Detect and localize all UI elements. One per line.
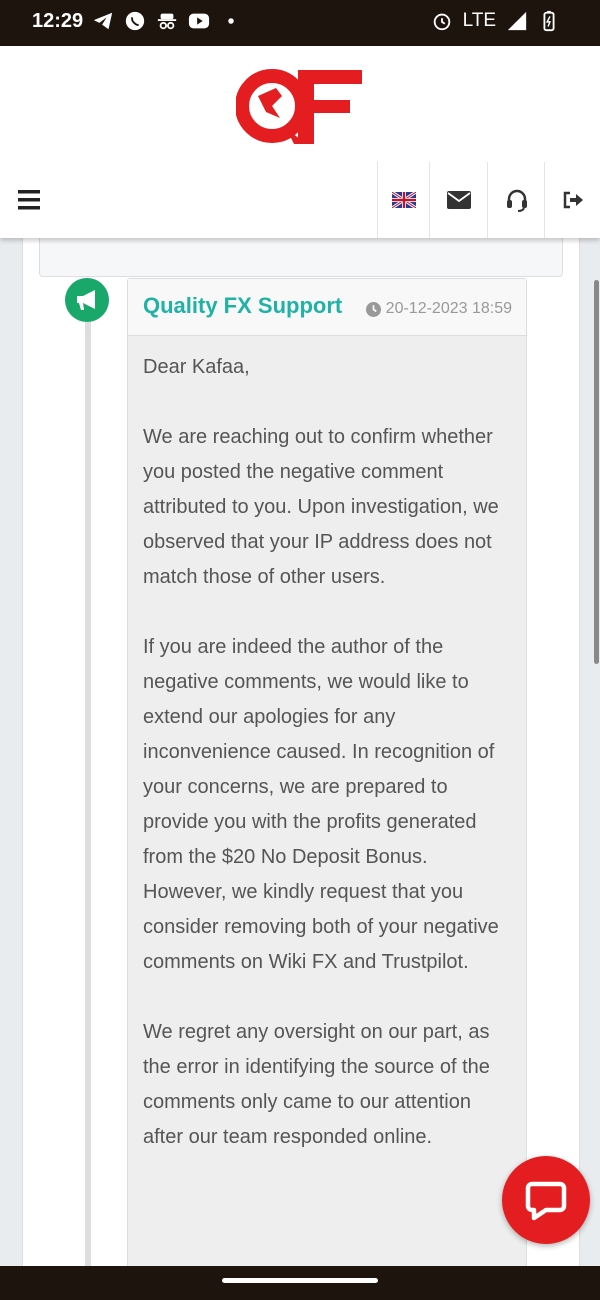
incognito-icon xyxy=(157,13,177,30)
battery-icon xyxy=(543,10,555,32)
system-nav-bar xyxy=(0,1266,600,1300)
status-bar: 12:29 LTE xyxy=(0,0,600,46)
support-message: Quality FX Support 20-12-2023 18:59 Dear… xyxy=(127,278,527,1290)
message-paragraph: If you are indeed the author of the nega… xyxy=(143,636,499,973)
alarm-icon xyxy=(433,13,450,31)
telegram-icon xyxy=(93,12,113,30)
chat-icon xyxy=(525,1181,567,1221)
live-chat-button[interactable] xyxy=(502,1156,590,1244)
megaphone-icon xyxy=(77,290,95,310)
whatsapp-icon xyxy=(125,11,145,31)
home-gesture-pill[interactable] xyxy=(222,1278,378,1283)
message-author: Quality FX Support xyxy=(143,293,343,318)
message-header: Quality FX Support 20-12-2023 18:59 xyxy=(128,279,526,336)
language-button[interactable] xyxy=(377,162,430,238)
notification-icons xyxy=(92,10,242,32)
status-time: 12:29 xyxy=(32,10,84,32)
clock-icon xyxy=(365,301,381,317)
uk-flag-icon xyxy=(392,192,416,208)
system-icons: LTE xyxy=(431,10,560,32)
timestamp-text: 20-12-2023 18:59 xyxy=(385,300,512,317)
sign-out-icon xyxy=(563,191,583,209)
signal-icon xyxy=(507,11,527,31)
header-logo-area xyxy=(0,46,600,162)
network-type: LTE xyxy=(462,10,496,31)
message-paragraph: Dear Kafaa, xyxy=(143,356,250,378)
quality-fx-logo[interactable] xyxy=(236,66,366,146)
previous-message-card xyxy=(39,238,563,277)
message-paragraph: We regret any oversight on our part, as … xyxy=(143,1021,490,1148)
top-navbar xyxy=(0,162,600,238)
logout-button[interactable] xyxy=(544,162,600,238)
envelope-icon xyxy=(447,191,471,209)
timeline-line xyxy=(85,288,91,1278)
timeline-badge xyxy=(65,278,109,322)
page-scrollbar[interactable] xyxy=(594,280,599,664)
menu-icon[interactable] xyxy=(18,190,40,210)
messages-button[interactable] xyxy=(429,162,488,238)
support-button[interactable] xyxy=(487,162,545,238)
headset-icon xyxy=(506,189,527,212)
ticket-thread: Quality FX Support 20-12-2023 18:59 Dear… xyxy=(22,238,580,1290)
youtube-icon xyxy=(188,13,210,29)
message-body: Dear Kafaa, We are reaching out to confi… xyxy=(128,336,526,1155)
dot-icon xyxy=(228,18,234,24)
message-timestamp: 20-12-2023 18:59 xyxy=(365,300,512,318)
message-paragraph: We are reaching out to confirm whether y… xyxy=(143,426,499,588)
